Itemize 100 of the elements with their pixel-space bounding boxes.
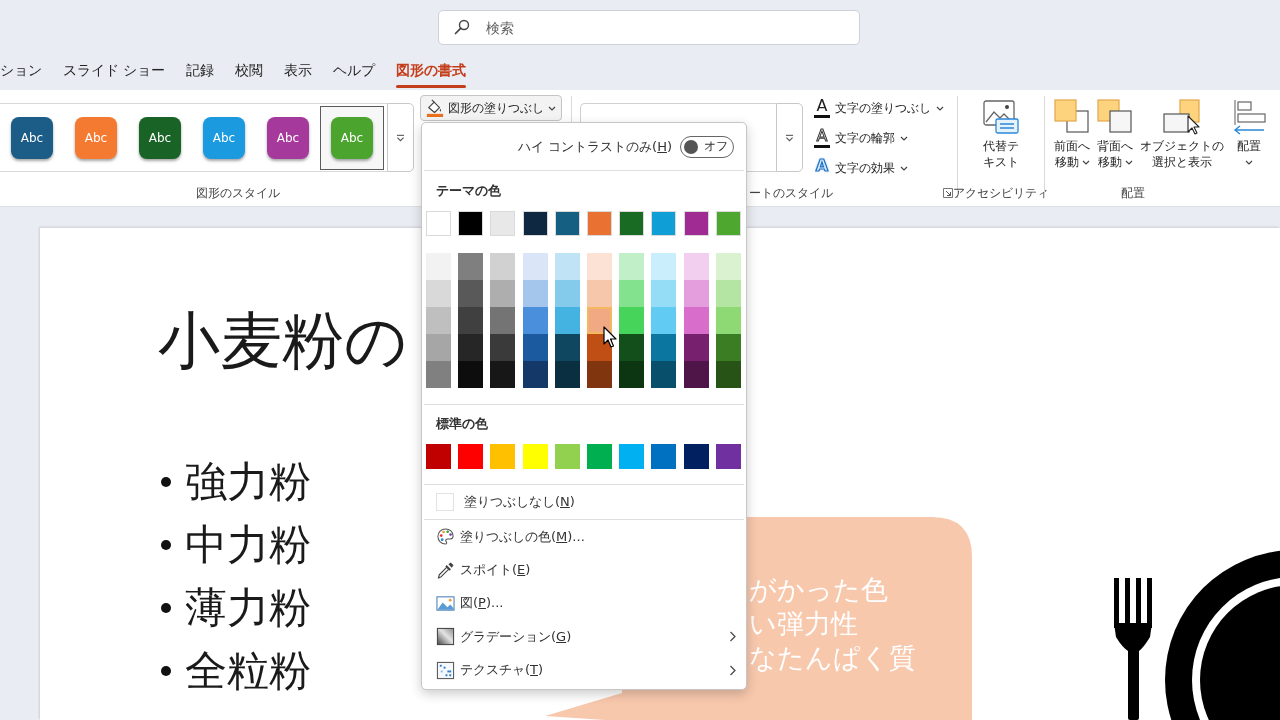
color-swatch[interactable] — [619, 307, 645, 334]
color-swatch[interactable] — [522, 211, 548, 236]
ribbon-tab[interactable]: 図形の書式 — [396, 56, 467, 90]
alt-text-button[interactable]: 代替テ キスト — [981, 99, 1021, 170]
ribbon-tab[interactable]: ション — [0, 56, 42, 90]
shape-style-option[interactable]: Abc — [256, 105, 320, 170]
color-swatch[interactable] — [426, 444, 451, 469]
gallery-more-button[interactable] — [387, 103, 414, 172]
color-swatch[interactable] — [426, 307, 451, 334]
color-swatch[interactable] — [426, 253, 451, 280]
color-swatch[interactable] — [554, 307, 580, 334]
color-swatch[interactable] — [651, 253, 677, 280]
send-backward-button[interactable]: 背面へ 移動 — [1095, 99, 1135, 170]
style-gallery[interactable]: Abc Abc Abc Abc Abc Abc — [0, 103, 387, 172]
align-button[interactable]: 配置 — [1229, 99, 1269, 165]
color-swatch[interactable] — [490, 361, 516, 388]
ribbon-tab[interactable]: 記録 — [186, 56, 215, 90]
color-swatch[interactable] — [490, 253, 516, 280]
text-fill-button[interactable]: A 文字の塗りつぶし — [812, 93, 946, 123]
dialog-launcher-icon[interactable] — [943, 188, 953, 198]
color-swatch[interactable] — [522, 307, 548, 334]
color-swatch[interactable] — [715, 307, 741, 334]
color-swatch[interactable] — [683, 211, 709, 236]
ribbon-tab[interactable]: 校閲 — [235, 56, 264, 90]
color-swatch[interactable] — [619, 211, 645, 236]
selection-pane-button[interactable]: オブジェクトの 選択と表示 — [1138, 99, 1226, 170]
color-swatch[interactable] — [586, 361, 612, 388]
color-swatch[interactable] — [619, 280, 645, 307]
color-swatch[interactable] — [651, 280, 677, 307]
color-swatch[interactable] — [458, 334, 484, 361]
color-swatch[interactable] — [490, 280, 516, 307]
color-swatch[interactable] — [683, 253, 709, 280]
color-swatch[interactable] — [426, 334, 451, 361]
color-swatch[interactable] — [683, 307, 709, 334]
color-swatch[interactable] — [522, 444, 548, 469]
color-swatch[interactable] — [554, 211, 580, 236]
ribbon-tab[interactable]: スライド ショー — [63, 56, 166, 90]
color-swatch[interactable] — [651, 444, 677, 469]
color-swatch[interactable] — [651, 361, 677, 388]
color-swatch[interactable] — [619, 334, 645, 361]
color-swatch[interactable] — [490, 211, 516, 236]
shape-fill-button[interactable]: 図形の塗りつぶし — [420, 95, 562, 121]
color-swatch[interactable] — [522, 334, 548, 361]
color-swatch[interactable] — [522, 361, 548, 388]
menu-item[interactable]: 塗りつぶしなし(N) — [422, 485, 746, 519]
menu-item[interactable]: テクスチャ(T) — [422, 653, 746, 687]
color-swatch[interactable] — [715, 211, 741, 236]
color-swatch[interactable] — [490, 444, 516, 469]
color-swatch[interactable] — [683, 444, 709, 469]
color-swatch[interactable] — [651, 334, 677, 361]
ribbon-tab[interactable]: 表示 — [284, 56, 313, 90]
color-swatch[interactable] — [651, 211, 677, 236]
color-swatch[interactable] — [586, 444, 612, 469]
menu-item[interactable]: スポイト(E) — [422, 553, 746, 587]
color-swatch[interactable] — [715, 280, 741, 307]
color-swatch[interactable] — [619, 444, 645, 469]
color-swatch[interactable] — [522, 280, 548, 307]
color-swatch[interactable] — [426, 280, 451, 307]
color-swatch[interactable] — [586, 253, 612, 280]
color-swatch[interactable] — [458, 361, 484, 388]
color-swatch[interactable] — [554, 334, 580, 361]
color-swatch[interactable] — [522, 253, 548, 280]
menu-item[interactable]: 図(P)... — [422, 586, 746, 621]
color-swatch[interactable] — [683, 334, 709, 361]
bring-forward-button[interactable]: 前面へ 移動 — [1052, 99, 1092, 170]
color-swatch[interactable] — [619, 253, 645, 280]
color-swatch[interactable] — [458, 307, 484, 334]
color-swatch[interactable] — [715, 253, 741, 280]
color-swatch[interactable] — [715, 444, 741, 469]
color-swatch[interactable] — [490, 334, 516, 361]
color-swatch[interactable] — [554, 361, 580, 388]
color-swatch[interactable] — [586, 307, 612, 334]
color-swatch[interactable] — [426, 361, 451, 388]
color-swatch[interactable] — [651, 307, 677, 334]
color-swatch[interactable] — [458, 444, 484, 469]
color-swatch[interactable] — [715, 334, 741, 361]
color-swatch[interactable] — [426, 211, 451, 236]
color-swatch[interactable] — [683, 280, 709, 307]
color-swatch[interactable] — [715, 361, 741, 388]
color-swatch[interactable] — [490, 307, 516, 334]
color-swatch[interactable] — [458, 211, 484, 236]
menu-item[interactable]: 塗りつぶしの色(M)... — [422, 520, 746, 554]
color-swatch[interactable] — [619, 361, 645, 388]
gallery-more-button[interactable] — [776, 103, 803, 172]
color-swatch[interactable] — [554, 253, 580, 280]
ribbon-tab[interactable]: ヘルプ — [333, 56, 376, 90]
color-swatch[interactable] — [586, 280, 612, 307]
color-swatch[interactable] — [586, 211, 612, 236]
color-swatch[interactable] — [683, 361, 709, 388]
toggle-switch[interactable]: オフ — [680, 135, 734, 158]
color-swatch[interactable] — [458, 280, 484, 307]
shape-style-option[interactable]: Abc — [128, 105, 192, 170]
shape-style-option[interactable]: Abc — [0, 105, 64, 170]
color-swatch[interactable] — [554, 444, 580, 469]
menu-item[interactable]: グラデーション(G) — [422, 620, 746, 654]
color-swatch[interactable] — [458, 253, 484, 280]
text-outline-button[interactable]: A 文字の輪郭 — [812, 123, 946, 153]
text-effects-button[interactable]: A 文字の効果 — [812, 153, 946, 183]
color-swatch[interactable] — [554, 280, 580, 307]
search-field[interactable]: 検索 — [438, 10, 860, 45]
